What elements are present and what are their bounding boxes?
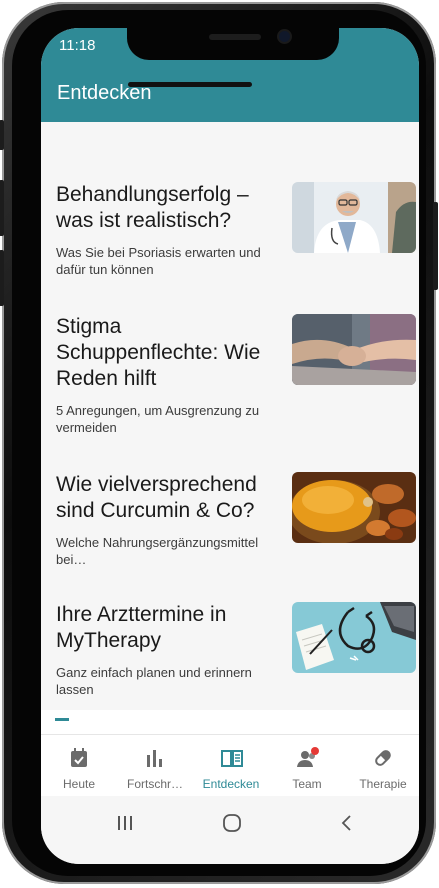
front-camera — [279, 31, 290, 42]
nav-label: Fortschr… — [126, 777, 183, 791]
article-subtitle: Welche Nahrungsergänzungsmittel bei… — [56, 535, 259, 567]
nav-label: Heute — [62, 777, 96, 791]
article-subtitle: 5 Anregungen, um Ausgrenzung zu vermeide… — [56, 403, 260, 435]
volume-up-button — [0, 180, 4, 236]
article-card-curcumin[interactable]: Wie vielversprechend sind Curcumin & Co?… — [56, 472, 416, 582]
nav-label: Therapie — [359, 777, 407, 791]
calendar-check-icon — [71, 748, 87, 767]
section-indicator — [55, 718, 69, 721]
pill-icon — [375, 750, 391, 766]
recent-apps-icon[interactable] — [116, 814, 134, 832]
mute-switch — [0, 120, 4, 150]
article-title: Ihre Arzttermine in MyTherapy — [56, 603, 227, 652]
app-bar: Entdecken — [41, 64, 419, 122]
notification-badge — [311, 747, 319, 755]
article-list[interactable]: Behandlungserfolg – was ist realistisch?… — [41, 122, 419, 710]
app-screen: 11:18 Entdecken Behandlungserfolg – was … — [41, 28, 419, 864]
nav-label: Team — [292, 777, 322, 791]
back-icon[interactable] — [339, 814, 353, 832]
article-title: Wie vielversprechend sind Curcumin & Co? — [56, 473, 257, 522]
next-section-peek — [41, 710, 419, 734]
article-image-holding-hands — [292, 314, 416, 385]
article-title: Stigma Schuppenflechte: Wie Reden hilft — [56, 315, 261, 390]
home-indicator[interactable] — [128, 82, 252, 87]
book-icon — [221, 750, 243, 767]
article-card-treatment-success[interactable]: Behandlungserfolg – was ist realistisch?… — [56, 182, 416, 302]
speaker-grille — [209, 34, 261, 40]
article-card-appointments[interactable]: Ihre Arzttermine in MyTherapy Ganz einfa… — [56, 602, 416, 712]
article-title: Behandlungserfolg – was ist realistisch? — [56, 183, 249, 232]
home-icon[interactable] — [222, 813, 242, 833]
article-image-doctor — [292, 182, 416, 253]
article-image-stethoscope — [292, 602, 416, 673]
article-subtitle: Ganz einfach planen und erinnern lassen — [56, 665, 252, 697]
system-navigation-bar — [41, 796, 419, 864]
status-time: 11:18 — [59, 37, 96, 54]
bottom-navigation: Heute Fortschr… Entdecken Team Therapie — [41, 734, 419, 797]
nav-label: Entdecken — [202, 777, 260, 791]
volume-down-button — [0, 250, 4, 306]
notch — [127, 28, 339, 60]
article-image-turmeric — [292, 472, 416, 543]
people-icon — [297, 747, 319, 767]
bar-chart-icon — [147, 750, 162, 767]
power-button — [433, 202, 438, 290]
article-subtitle: Was Sie bei Psoriasis erwarten und dafür… — [56, 245, 261, 277]
article-card-stigma[interactable]: Stigma Schuppenflechte: Wie Reden hilft … — [56, 314, 416, 454]
